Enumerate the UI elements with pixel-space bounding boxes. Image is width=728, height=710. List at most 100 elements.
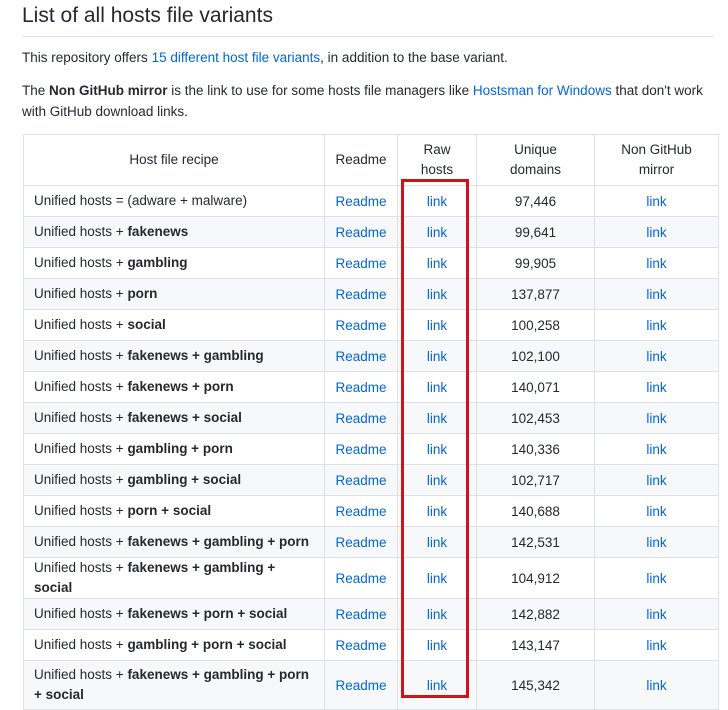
raw-hosts-link[interactable]: link: [427, 318, 447, 333]
variants-table: Host file recipe Readme Raw hosts Unique…: [23, 134, 719, 710]
mirror-link[interactable]: link: [646, 349, 666, 364]
readme-link[interactable]: Readme: [335, 638, 386, 653]
hostsman-link[interactable]: Hostsman for Windows: [473, 83, 612, 98]
recipe-cell: Unified hosts + fakenews + gambling: [23, 340, 325, 372]
raw-hosts-link[interactable]: link: [427, 287, 447, 302]
unique-domains-cell: 143,147: [476, 629, 595, 661]
readme-link[interactable]: Readme: [335, 318, 386, 333]
mirror-link[interactable]: link: [646, 473, 666, 488]
readme-link[interactable]: Readme: [335, 504, 386, 519]
raw-hosts-link[interactable]: link: [427, 411, 447, 426]
mirror-link[interactable]: link: [646, 318, 666, 333]
unique-domains-cell: 102,717: [476, 464, 595, 496]
intro-text: This repository offers 15 different host…: [22, 50, 508, 65]
recipe-cell: Unified hosts + porn: [23, 278, 325, 310]
raw-hosts-link[interactable]: link: [427, 473, 447, 488]
readme-link[interactable]: Readme: [335, 194, 386, 209]
raw-hosts-link[interactable]: link: [427, 504, 447, 519]
table-row: Unified hosts + fakenews + gambling + po…: [23, 660, 719, 710]
raw-hosts-link[interactable]: link: [427, 535, 447, 550]
mirror-link[interactable]: link: [646, 411, 666, 426]
table-row: Unified hosts + gambling + porn + social…: [23, 629, 719, 661]
raw-hosts-link[interactable]: link: [427, 442, 447, 457]
table-row: Unified hosts + fakenews + gambling + so…: [23, 557, 719, 599]
unique-domains-cell: 142,531: [476, 526, 595, 558]
variants-link[interactable]: 15 different host file variants: [152, 50, 321, 65]
recipe-cell: Unified hosts = (adware + malware): [23, 185, 325, 217]
table-row: Unified hosts + gambling + social Readme l…: [23, 464, 719, 496]
unique-domains-cell: 102,453: [476, 402, 595, 434]
readme-link[interactable]: Readme: [335, 571, 386, 586]
mirror-link[interactable]: link: [646, 225, 666, 240]
table-row: Unified hosts + fakenews + social Readme l…: [23, 402, 719, 434]
table-row: Unified hosts + fakenews + porn Readme lin…: [23, 371, 719, 403]
mirror-link[interactable]: link: [646, 638, 666, 653]
unique-domains-cell: 100,258: [476, 309, 595, 341]
raw-hosts-link[interactable]: link: [427, 638, 447, 653]
table-row: Unified hosts + fakenews + gambling Readm…: [23, 340, 719, 372]
raw-hosts-link[interactable]: link: [427, 256, 447, 271]
table-row: Unified hosts + gambling + porn Readme lin…: [23, 433, 719, 465]
recipe-cell: Unified hosts + social: [23, 309, 325, 341]
page-title: List of all hosts file variants: [22, 2, 714, 37]
readme-link[interactable]: Readme: [335, 380, 386, 395]
readme-link[interactable]: Readme: [335, 442, 386, 457]
recipe-cell: Unified hosts + gambling + social: [23, 464, 325, 496]
readme-link[interactable]: Readme: [335, 607, 386, 622]
raw-hosts-link[interactable]: link: [427, 225, 447, 240]
mirror-link[interactable]: link: [646, 380, 666, 395]
mirror-link[interactable]: link: [646, 535, 666, 550]
mirror-link[interactable]: link: [646, 194, 666, 209]
table-row: Unified hosts + fakenews Readme link 99,641…: [23, 216, 719, 248]
mirror-link[interactable]: link: [646, 571, 666, 586]
unique-domains-cell: 97,446: [476, 185, 595, 217]
table-row: Unified hosts + fakenews + gambling + po…: [23, 526, 719, 558]
table-row: Unified hosts + gambling Readme link 99,905…: [23, 247, 719, 279]
unique-domains-cell: 140,071: [476, 371, 595, 403]
header-unique-domains: Unique domains: [476, 134, 595, 186]
mirror-link[interactable]: link: [646, 256, 666, 271]
readme-link[interactable]: Readme: [335, 225, 386, 240]
recipe-cell: Unified hosts + fakenews + gambling + po…: [23, 660, 325, 710]
table-row: Unified hosts + porn Readme link 137,877 lin…: [23, 278, 719, 310]
unique-domains-cell: 99,905: [476, 247, 595, 279]
raw-hosts-link[interactable]: link: [427, 571, 447, 586]
readme-link[interactable]: Readme: [335, 473, 386, 488]
recipe-cell: Unified hosts + gambling + porn + social: [23, 629, 325, 661]
header-recipe: Host file recipe: [23, 134, 325, 186]
table-row: Unified hosts = (adware + malware) Readme…: [23, 185, 719, 217]
readme-link[interactable]: Readme: [335, 411, 386, 426]
note-text: The Non GitHub mirror is the link to use…: [22, 83, 703, 119]
unique-domains-cell: 137,877: [476, 278, 595, 310]
readme-link[interactable]: Readme: [335, 256, 386, 271]
raw-hosts-link[interactable]: link: [427, 678, 447, 693]
unique-domains-cell: 142,882: [476, 598, 595, 630]
raw-hosts-link[interactable]: link: [427, 194, 447, 209]
mirror-link[interactable]: link: [646, 287, 666, 302]
unique-domains-cell: 140,336: [476, 433, 595, 465]
header-readme: Readme: [324, 134, 398, 186]
unique-domains-cell: 102,100: [476, 340, 595, 372]
mirror-link[interactable]: link: [646, 504, 666, 519]
recipe-cell: Unified hosts + fakenews + gambling + so…: [23, 557, 325, 599]
unique-domains-cell: 104,912: [476, 557, 595, 599]
readme-link[interactable]: Readme: [335, 287, 386, 302]
recipe-cell: Unified hosts + fakenews + social: [23, 402, 325, 434]
mirror-link[interactable]: link: [646, 678, 666, 693]
mirror-link[interactable]: link: [646, 607, 666, 622]
header-mirror: Non GitHub mirror: [594, 134, 719, 186]
readme-link[interactable]: Readme: [335, 535, 386, 550]
recipe-cell: Unified hosts + fakenews + porn: [23, 371, 325, 403]
unique-domains-cell: 99,641: [476, 216, 595, 248]
recipe-cell: Unified hosts + gambling: [23, 247, 325, 279]
header-raw-hosts: Raw hosts: [397, 134, 477, 186]
readme-link[interactable]: Readme: [335, 678, 386, 693]
table-row: Unified hosts + porn + social Readme link 1…: [23, 495, 719, 527]
raw-hosts-link[interactable]: link: [427, 380, 447, 395]
readme-link[interactable]: Readme: [335, 349, 386, 364]
raw-hosts-link[interactable]: link: [427, 607, 447, 622]
recipe-cell: Unified hosts + fakenews: [23, 216, 325, 248]
unique-domains-cell: 145,342: [476, 660, 595, 710]
raw-hosts-link[interactable]: link: [427, 349, 447, 364]
mirror-link[interactable]: link: [646, 442, 666, 457]
